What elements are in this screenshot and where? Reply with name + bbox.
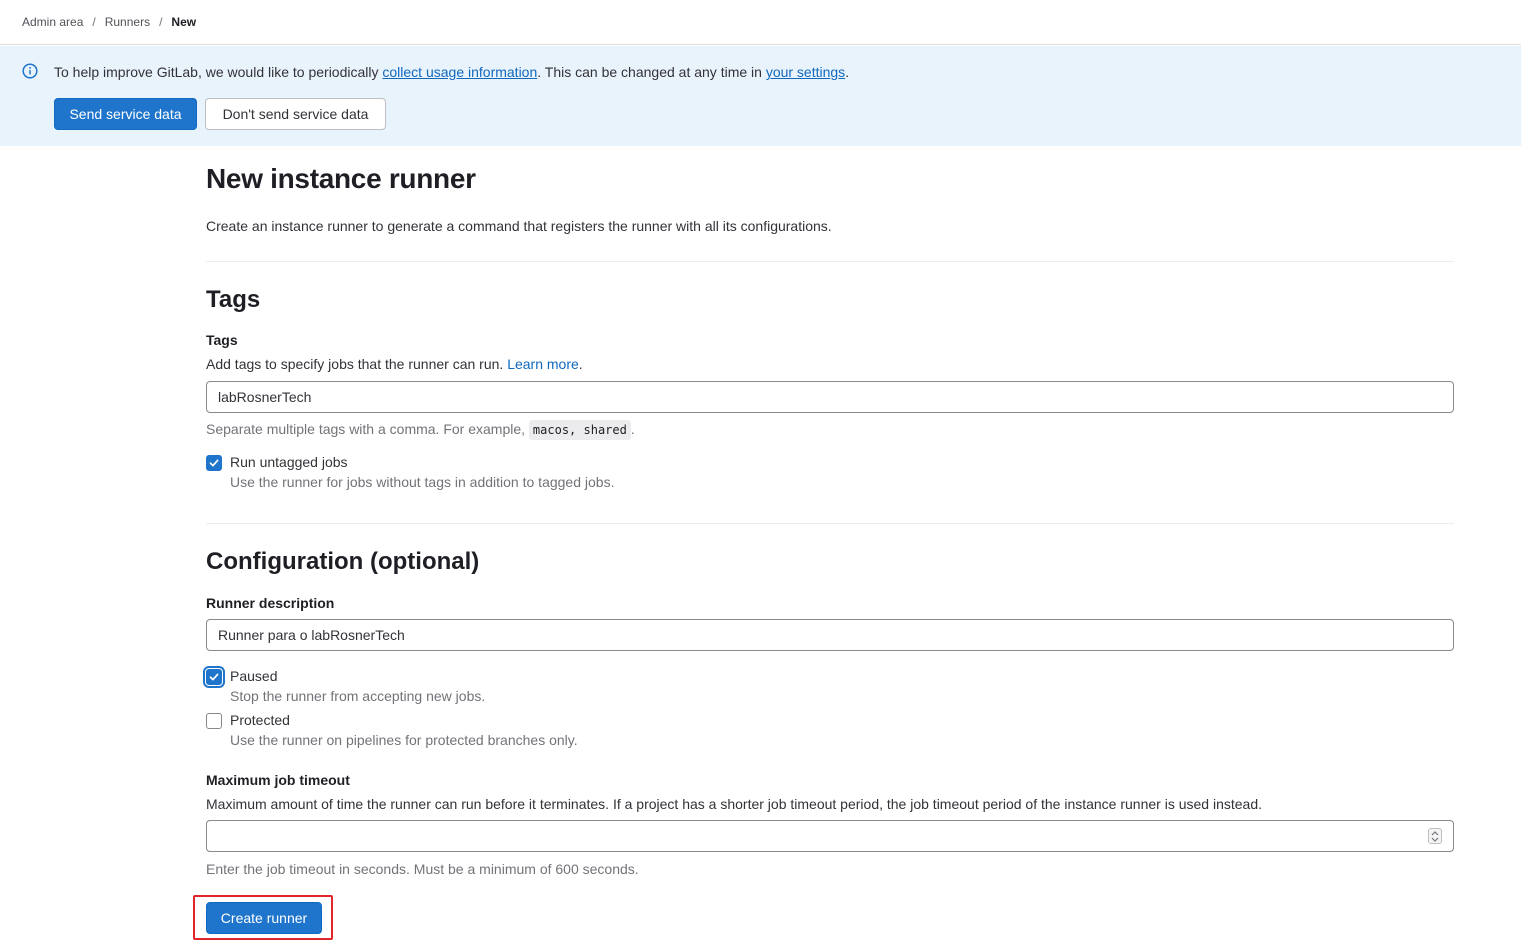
protected-help: Use the runner on pipelines for protecte… <box>230 732 578 748</box>
divider <box>206 261 1454 262</box>
your-settings-link[interactable]: your settings <box>766 64 845 80</box>
timeout-field <box>206 820 1454 853</box>
tags-section-title: Tags <box>206 286 261 313</box>
page-description: Create an instance runner to generate a … <box>206 218 832 234</box>
service-data-banner: To help improve GitLab, we would like to… <box>0 46 1521 146</box>
breadcrumb-admin-area[interactable]: Admin area <box>22 15 83 29</box>
send-service-data-button[interactable]: Send service data <box>54 98 197 130</box>
tags-label: Tags <box>206 332 238 348</box>
timeout-description: Maximum amount of time the runner can ru… <box>206 796 1263 812</box>
tags-help: Separate multiple tags with a comma. For… <box>206 420 635 440</box>
breadcrumb-runners[interactable]: Runners <box>105 15 150 29</box>
run-untagged-help: Use the runner for jobs without tags in … <box>230 474 615 490</box>
runner-description-input[interactable] <box>206 619 1454 651</box>
breadcrumb-current: New <box>171 15 197 29</box>
breadcrumb-separator: / <box>92 15 96 29</box>
learn-more-link[interactable]: Learn more <box>507 356 579 372</box>
info-icon <box>22 63 38 79</box>
page-title: New instance runner <box>206 163 476 194</box>
paused-checkbox[interactable] <box>206 669 222 685</box>
paused-help: Stop the runner from accepting new jobs. <box>230 688 486 704</box>
paused-label[interactable]: Paused <box>230 668 277 684</box>
protected-label[interactable]: Protected <box>230 712 290 728</box>
breadcrumb-separator: / <box>159 15 163 29</box>
runner-description-label: Runner description <box>206 595 335 611</box>
timeout-input[interactable] <box>206 820 1454 852</box>
dont-send-service-data-button[interactable]: Don't send service data <box>205 98 386 130</box>
banner-message: To help improve GitLab, we would like to… <box>54 64 850 80</box>
run-untagged-label[interactable]: Run untagged jobs <box>230 454 348 470</box>
protected-checkbox[interactable] <box>206 713 222 729</box>
number-spinner[interactable] <box>1428 828 1442 844</box>
divider <box>206 523 1454 524</box>
configuration-section-title: Configuration (optional) <box>206 548 480 575</box>
tags-description: Add tags to specify jobs that the runner… <box>206 356 583 372</box>
collect-usage-link[interactable]: collect usage information <box>382 64 537 80</box>
highlight-box <box>193 895 333 940</box>
tags-input[interactable] <box>206 381 1454 413</box>
breadcrumb: Admin area / Runners / New <box>0 0 1521 45</box>
tags-example-code: macos, shared <box>528 420 631 440</box>
timeout-label: Maximum job timeout <box>206 772 350 788</box>
timeout-help: Enter the job timeout in seconds. Must b… <box>206 861 639 877</box>
run-untagged-checkbox[interactable] <box>206 455 222 471</box>
